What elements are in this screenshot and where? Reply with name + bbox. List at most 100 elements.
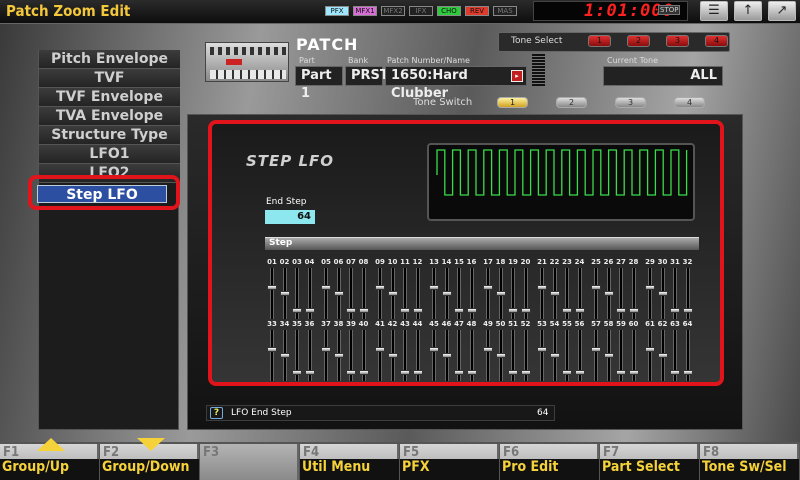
step-slider-knob[interactable] <box>292 308 302 314</box>
step-slider-knob[interactable] <box>441 353 452 358</box>
tone-switch-1[interactable]: 1 <box>497 97 528 108</box>
step-slider-knob[interactable] <box>400 308 410 314</box>
step-slider-knob[interactable] <box>562 370 572 376</box>
step-slider-knob[interactable] <box>466 370 477 376</box>
step-slider-knob[interactable] <box>483 347 493 353</box>
step-slider-knob[interactable] <box>321 347 331 353</box>
tone-switch-4[interactable]: 4 <box>674 97 705 108</box>
step-slider-knob[interactable] <box>279 291 290 296</box>
function-key-f5[interactable]: F5 PFX <box>400 444 499 480</box>
step-slider-knob[interactable] <box>682 308 693 314</box>
step-slider-track[interactable] <box>378 330 382 381</box>
fx-indicator-ifx[interactable]: IFX <box>409 6 433 16</box>
step-slider-knob[interactable] <box>279 353 290 358</box>
export-icon[interactable]: ↗ <box>768 1 796 21</box>
step-slider-knob[interactable] <box>520 308 531 314</box>
function-key-f4[interactable]: F4 Util Menu <box>300 444 399 480</box>
function-key-f7[interactable]: F7 Part Select <box>600 444 699 480</box>
up-arrow-icon[interactable]: ↑ <box>734 1 762 21</box>
step-slider-knob[interactable] <box>387 353 398 358</box>
bank-field[interactable]: PRST <box>345 66 389 86</box>
step-slider-knob[interactable] <box>603 353 614 358</box>
fx-indicator-pfx[interactable]: PFX <box>325 6 349 16</box>
step-slider-knob[interactable] <box>429 347 439 353</box>
step-slider-knob[interactable] <box>400 370 410 376</box>
step-slider-knob[interactable] <box>562 308 572 314</box>
fx-indicator-cho[interactable]: CHO <box>437 6 461 16</box>
step-slider-knob[interactable] <box>495 291 506 296</box>
step-slider-knob[interactable] <box>495 353 506 358</box>
step-slider-knob[interactable] <box>591 285 601 291</box>
step-slider-track[interactable] <box>270 268 274 319</box>
step-slider-track[interactable] <box>432 268 436 319</box>
step-slider-track[interactable] <box>324 330 328 381</box>
step-slider-knob[interactable] <box>454 308 464 314</box>
step-slider-knob[interactable] <box>537 347 547 353</box>
step-slider-track[interactable] <box>486 330 490 381</box>
step-slider-knob[interactable] <box>346 308 356 314</box>
tone-switch-2[interactable]: 2 <box>556 97 587 108</box>
function-key-f8[interactable]: F8 Tone Sw/Sel <box>700 444 799 480</box>
step-slider-knob[interactable] <box>429 285 439 291</box>
step-slider-track[interactable] <box>648 268 652 319</box>
step-slider-knob[interactable] <box>358 370 369 376</box>
step-slider-track[interactable] <box>378 268 382 319</box>
step-slider-track[interactable] <box>270 330 274 381</box>
step-slider-knob[interactable] <box>321 285 331 291</box>
step-slider-knob[interactable] <box>537 285 547 291</box>
tone-select-1[interactable]: 1 <box>588 35 611 47</box>
step-slider-track[interactable] <box>432 330 436 381</box>
step-slider-knob[interactable] <box>304 370 315 376</box>
tone-switch-3[interactable]: 3 <box>615 97 646 108</box>
step-slider-knob[interactable] <box>645 285 655 291</box>
step-slider-knob[interactable] <box>682 370 693 376</box>
step-slider-knob[interactable] <box>483 285 493 291</box>
step-slider-knob[interactable] <box>292 370 302 376</box>
step-slider-knob[interactable] <box>628 308 639 314</box>
part-field[interactable]: Part 1 <box>295 66 343 101</box>
step-slider-knob[interactable] <box>616 370 626 376</box>
step-slider-knob[interactable] <box>616 308 626 314</box>
step-slider-track[interactable] <box>540 330 544 381</box>
sidebar-item-structure-type[interactable]: Structure Type <box>39 126 180 145</box>
tone-select-3[interactable]: 3 <box>666 35 689 47</box>
step-slider-knob[interactable] <box>520 370 531 376</box>
end-step-field[interactable]: 64 <box>265 210 315 224</box>
patch-menu-icon[interactable]: ▸ <box>511 70 523 82</box>
step-slider-knob[interactable] <box>454 370 464 376</box>
step-slider-knob[interactable] <box>267 347 277 353</box>
list-icon[interactable]: ☰ <box>700 1 728 21</box>
step-slider-knob[interactable] <box>670 370 680 376</box>
step-slider-knob[interactable] <box>304 308 315 314</box>
step-slider-track[interactable] <box>594 268 598 319</box>
step-slider-knob[interactable] <box>508 370 518 376</box>
step-slider-knob[interactable] <box>574 370 585 376</box>
tone-select-2[interactable]: 2 <box>627 35 650 47</box>
step-slider-knob[interactable] <box>441 291 452 296</box>
step-slider-knob[interactable] <box>508 308 518 314</box>
fx-indicator-rev[interactable]: REV <box>465 6 489 16</box>
sidebar-item-tvf-envelope[interactable]: TVF Envelope <box>39 88 180 107</box>
step-slider-knob[interactable] <box>591 347 601 353</box>
step-slider-knob[interactable] <box>333 353 344 358</box>
step-slider-knob[interactable] <box>267 285 277 291</box>
function-key-f6[interactable]: F6 Pro Edit <box>500 444 599 480</box>
step-slider-knob[interactable] <box>549 291 560 296</box>
step-slider-knob[interactable] <box>628 370 639 376</box>
help-icon[interactable]: ? <box>210 407 223 419</box>
step-slider-knob[interactable] <box>412 308 423 314</box>
step-slider-track[interactable] <box>648 330 652 381</box>
step-slider-knob[interactable] <box>375 347 385 353</box>
step-slider-knob[interactable] <box>645 347 655 353</box>
fx-indicator-mfx2[interactable]: MFX2 <box>381 6 405 16</box>
step-slider-knob[interactable] <box>375 285 385 291</box>
step-slider-knob[interactable] <box>412 370 423 376</box>
step-slider-knob[interactable] <box>358 308 369 314</box>
step-slider-knob[interactable] <box>346 370 356 376</box>
step-slider-knob[interactable] <box>603 291 614 296</box>
patch-name-field[interactable]: 1650:Hard Clubber ▸ <box>385 66 527 101</box>
fx-indicator-mfx1[interactable]: MFX1 <box>353 6 377 16</box>
sidebar-item-lfo1[interactable]: LFO1 <box>39 145 180 164</box>
fx-indicator-mas[interactable]: MAS <box>493 6 517 16</box>
step-slider-knob[interactable] <box>333 291 344 296</box>
